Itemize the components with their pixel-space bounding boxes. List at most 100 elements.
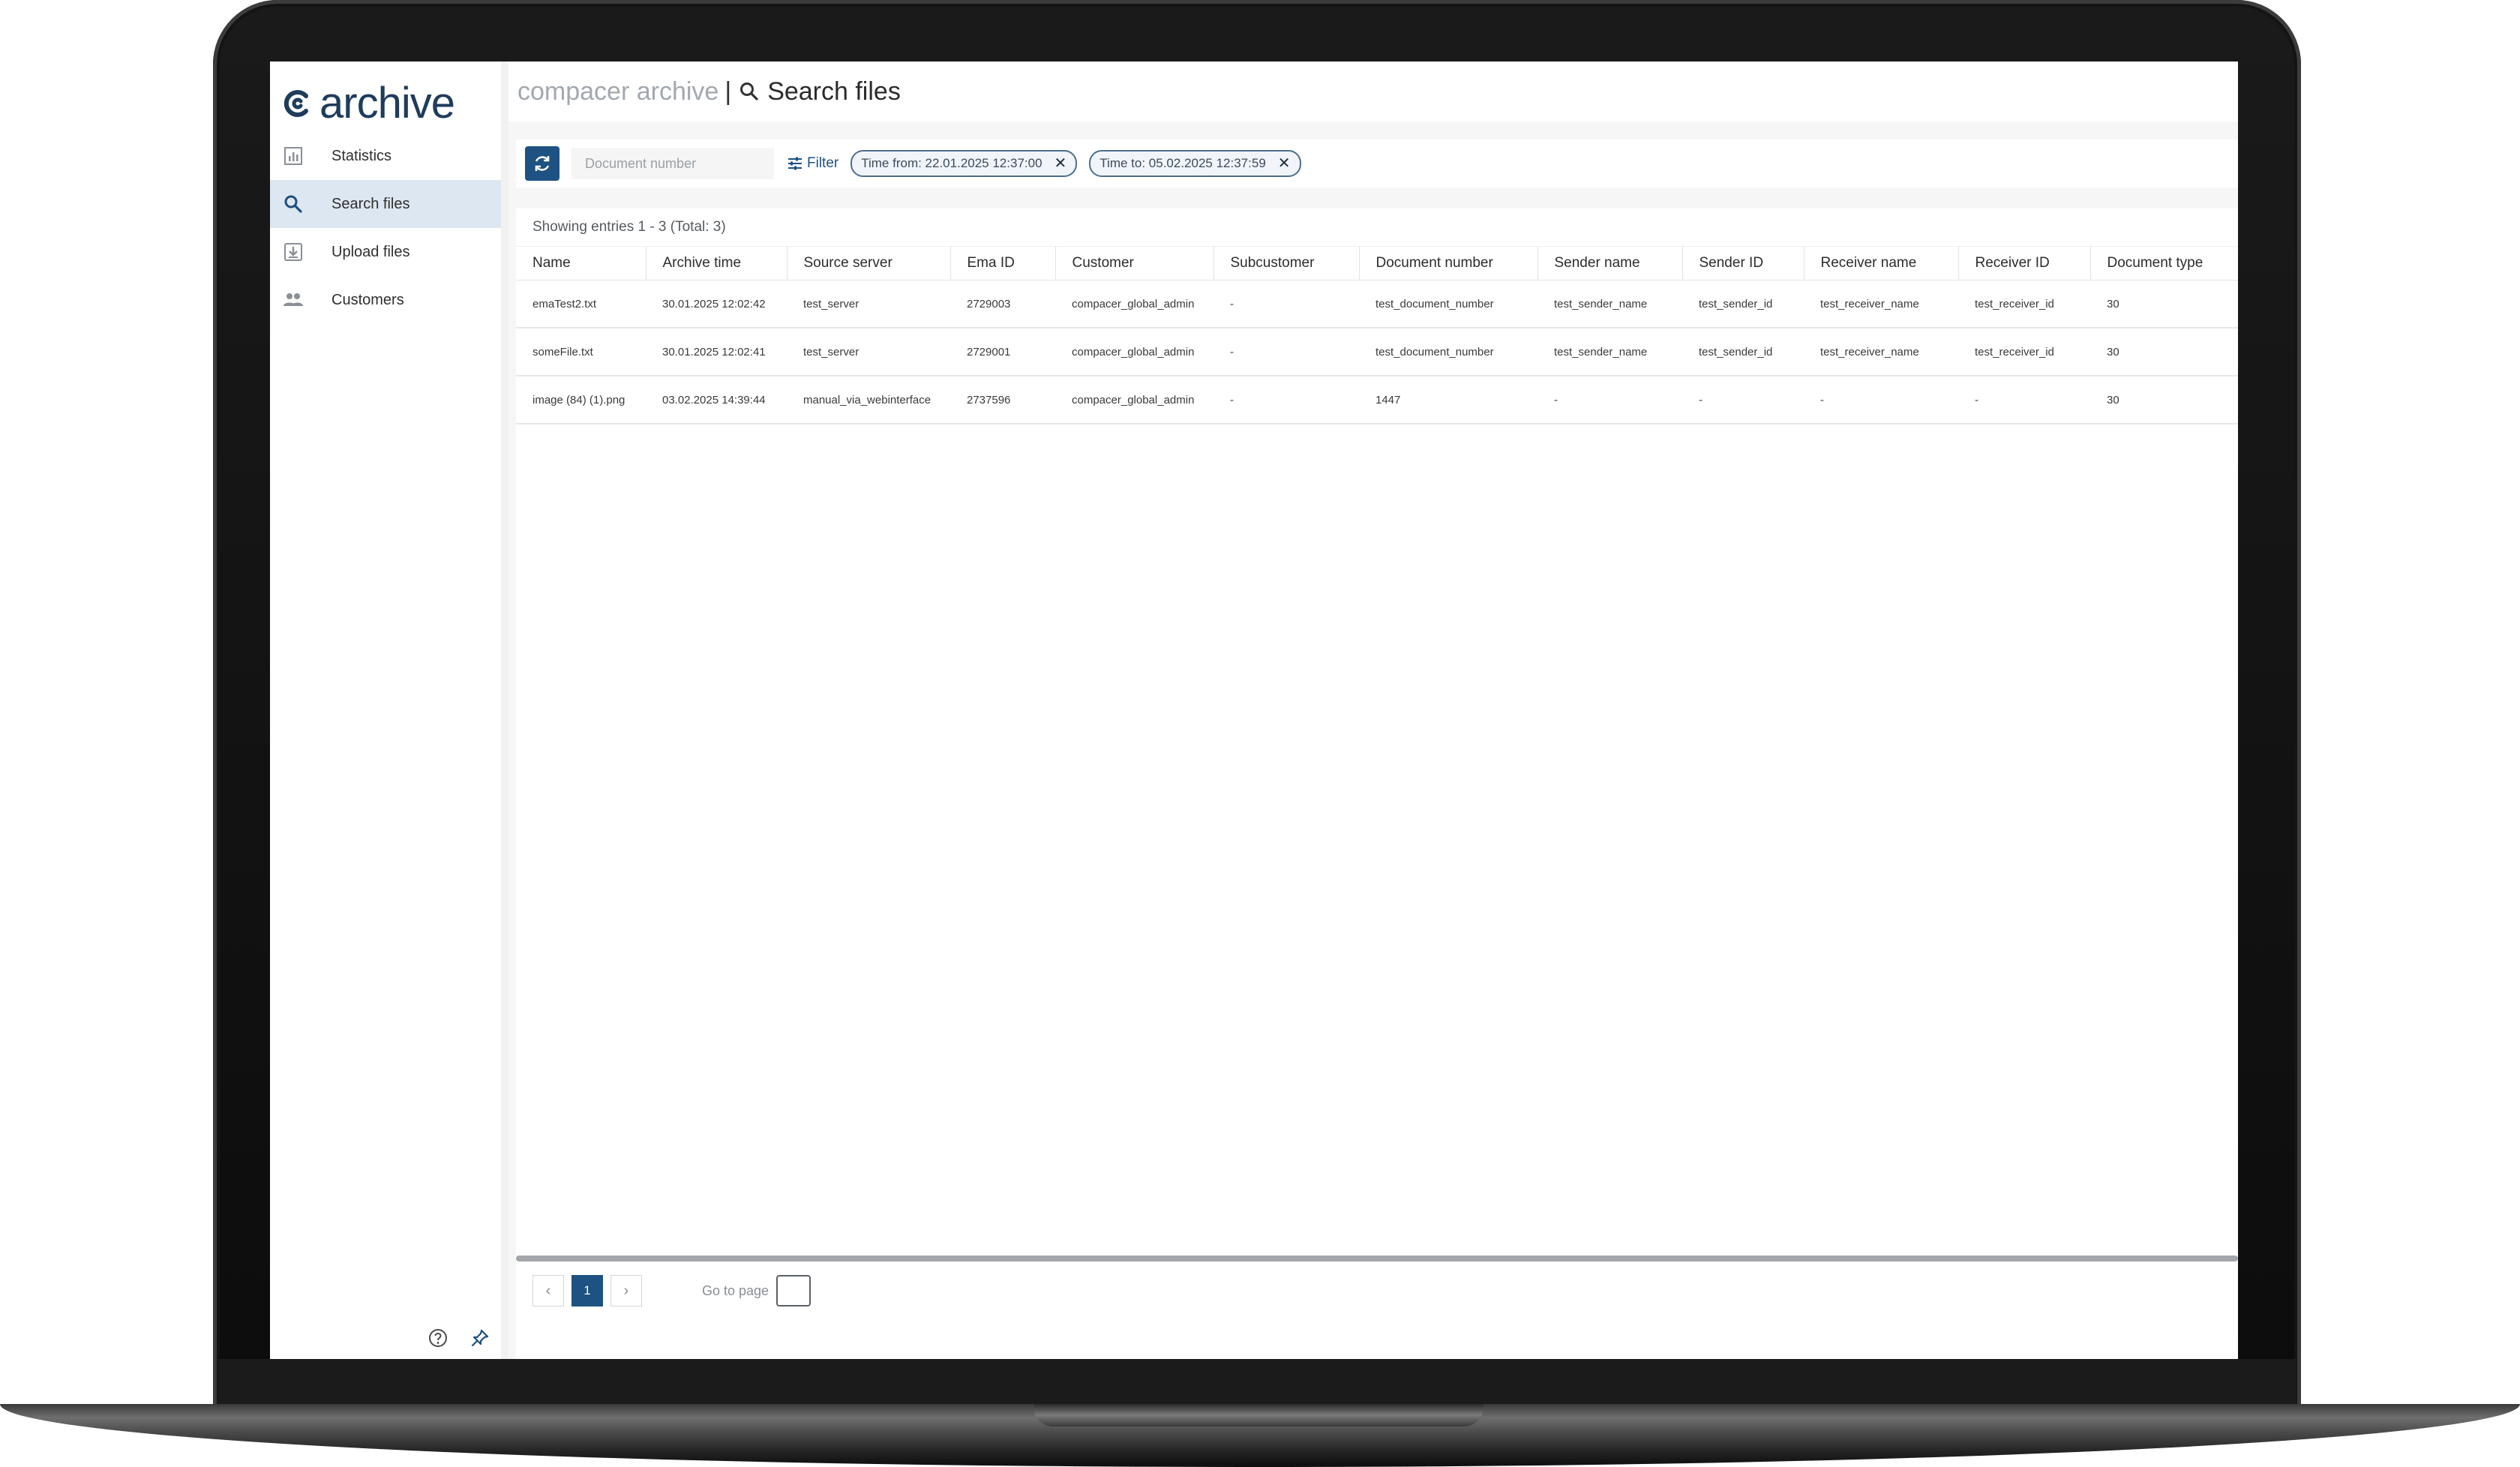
goto-page-label: Go to page (702, 1282, 770, 1298)
help-circle-icon[interactable] (428, 1328, 448, 1348)
sidebar-item-customers[interactable]: Customers (270, 276, 501, 324)
column-header-sender-id[interactable]: Sender ID (1682, 246, 1804, 280)
filter-button[interactable]: Filter (788, 155, 838, 172)
breadcrumb-separator: | (724, 76, 732, 106)
column-header-receiver-id[interactable]: Receiver ID (1958, 246, 2091, 280)
cell-document-number: test_document_number (1359, 328, 1538, 376)
prev-page-button[interactable]: ‹ (532, 1275, 564, 1306)
sidebar-item-label: Customers (332, 291, 404, 308)
sidebar-item-upload-files[interactable]: Upload files (270, 228, 501, 276)
cell-sender-id: test_sender_id (1682, 280, 1804, 328)
column-header-ema-id[interactable]: Ema ID (950, 246, 1056, 280)
download-tray-icon (282, 241, 304, 263)
cell-receiver-name: test_receiver_name (1804, 328, 1958, 376)
goto-page-input[interactable] (776, 1275, 812, 1306)
laptop-hinge-notch (1034, 1404, 1484, 1426)
cell-name: image (84) (1).png (516, 376, 646, 424)
cell-name: someFile.txt (516, 328, 646, 376)
cell-source-server: test_server (787, 280, 950, 328)
cell-ema-id: 2737596 (950, 376, 1055, 424)
column-header-document-number[interactable]: Document number (1359, 246, 1538, 280)
cell-sender-name: test_sender_name (1538, 280, 1682, 328)
page-button-current[interactable]: 1 (572, 1275, 603, 1306)
chevron-right-icon: › (623, 1282, 629, 1299)
cell-customer: compacer_global_admin (1055, 280, 1214, 328)
sidebar-item-search-files[interactable]: Search files (270, 180, 501, 228)
table-row[interactable]: image (84) (1).png 03.02.2025 14:39:44 m… (516, 376, 2238, 424)
main-area: compacer archive | Search files Filter T… (508, 62, 2238, 1359)
sidebar-nav: Statistics Search files Upload files Cus… (270, 132, 501, 324)
results-table: Name Archive time Source server Ema ID C… (516, 246, 2238, 424)
filter-sliders-icon (788, 157, 802, 170)
cell-sender-id: - (1682, 376, 1804, 424)
bar-chart-icon (282, 145, 304, 167)
cell-document-number: test_document_number (1359, 280, 1538, 328)
table-header-row: Name Archive time Source server Ema ID C… (516, 246, 2238, 280)
close-icon[interactable]: ✕ (1054, 156, 1067, 171)
sidebar-item-label: Search files (332, 195, 410, 212)
column-header-archive-time[interactable]: Archive time (646, 246, 788, 280)
column-header-document-type[interactable]: Document type (2090, 246, 2238, 280)
cell-receiver-id: test_receiver_id (1958, 328, 2090, 376)
logo-text: archive (320, 79, 455, 128)
cell-subcustomer: - (1214, 376, 1359, 424)
cell-archive-time: 03.02.2025 14:39:44 (646, 376, 787, 424)
search-icon (282, 193, 304, 215)
cell-ema-id: 2729003 (950, 280, 1055, 328)
cell-name: emaTest2.txt (516, 280, 646, 328)
cell-receiver-id: test_receiver_id (1958, 280, 2090, 328)
cell-subcustomer: - (1214, 280, 1359, 328)
filter-chip-time-to[interactable]: Time to: 05.02.2025 12:37:59 ✕ (1089, 150, 1301, 177)
chip-label: Time to: 05.02.2025 12:37:59 (1100, 156, 1266, 170)
pin-icon[interactable] (470, 1328, 490, 1348)
column-header-customer[interactable]: Customer (1055, 246, 1214, 280)
compacer-logo-icon (284, 90, 308, 117)
cell-source-server: manual_via_webinterface (787, 376, 950, 424)
cell-document-type: 30 (2090, 376, 2238, 424)
cell-receiver-name: test_receiver_name (1804, 280, 1958, 328)
sidebar-item-label: Upload files (332, 243, 410, 260)
chip-label: Time from: 22.01.2025 12:37:00 (861, 156, 1042, 170)
app-logo[interactable]: archive (280, 79, 455, 128)
horizontal-scrollbar[interactable] (516, 1256, 2238, 1262)
document-number-input[interactable] (572, 148, 774, 179)
column-header-sender-name[interactable]: Sender name (1538, 246, 1683, 280)
sidebar-item-statistics[interactable]: Statistics (270, 132, 501, 180)
cell-receiver-id: - (1958, 376, 2090, 424)
cell-subcustomer: - (1214, 328, 1359, 376)
column-header-name[interactable]: Name (516, 246, 646, 280)
breadcrumb-app[interactable]: compacer archive (518, 77, 718, 106)
header: compacer archive | Search files (508, 62, 2238, 122)
cell-sender-name: - (1538, 376, 1682, 424)
cell-sender-name: test_sender_name (1538, 328, 1682, 376)
next-page-button[interactable]: › (610, 1275, 642, 1306)
table-row[interactable]: emaTest2.txt 30.01.2025 12:02:42 test_se… (516, 280, 2238, 328)
column-header-subcustomer[interactable]: Subcustomer (1214, 246, 1360, 280)
search-icon (740, 82, 758, 100)
people-icon (282, 289, 304, 311)
refresh-icon (535, 156, 550, 171)
table-row[interactable]: someFile.txt 30.01.2025 12:02:41 test_se… (516, 328, 2238, 376)
cell-sender-id: test_sender_id (1682, 328, 1804, 376)
pagination: ‹ 1 › Go to page (532, 1275, 812, 1306)
column-header-source-server[interactable]: Source server (787, 246, 951, 280)
column-header-receiver-name[interactable]: Receiver name (1804, 246, 1959, 280)
cell-archive-time: 30.01.2025 12:02:41 (646, 328, 787, 376)
laptop-bezel (218, 1359, 2296, 1410)
cell-document-number: 1447 (1359, 376, 1538, 424)
cell-customer: compacer_global_admin (1055, 328, 1214, 376)
sidebar-footer (428, 1328, 490, 1348)
entries-summary: Showing entries 1 - 3 (Total: 3) (532, 219, 726, 235)
filter-chip-time-from[interactable]: Time from: 22.01.2025 12:37:00 ✕ (850, 150, 1078, 177)
cell-archive-time: 30.01.2025 12:02:42 (646, 280, 787, 328)
app-screen: archive Statistics Search files Upload f… (270, 62, 2238, 1359)
close-icon[interactable]: ✕ (1278, 156, 1291, 171)
filter-label: Filter (807, 155, 839, 171)
chevron-left-icon: ‹ (545, 1282, 551, 1299)
cell-source-server: test_server (787, 328, 950, 376)
refresh-button[interactable] (525, 146, 560, 181)
results-panel: Showing entries 1 - 3 (Total: 3) Name Ar… (516, 208, 2238, 1359)
cell-ema-id: 2729001 (950, 328, 1055, 376)
sidebar: archive Statistics Search files Upload f… (270, 62, 508, 1359)
cell-customer: compacer_global_admin (1055, 376, 1214, 424)
